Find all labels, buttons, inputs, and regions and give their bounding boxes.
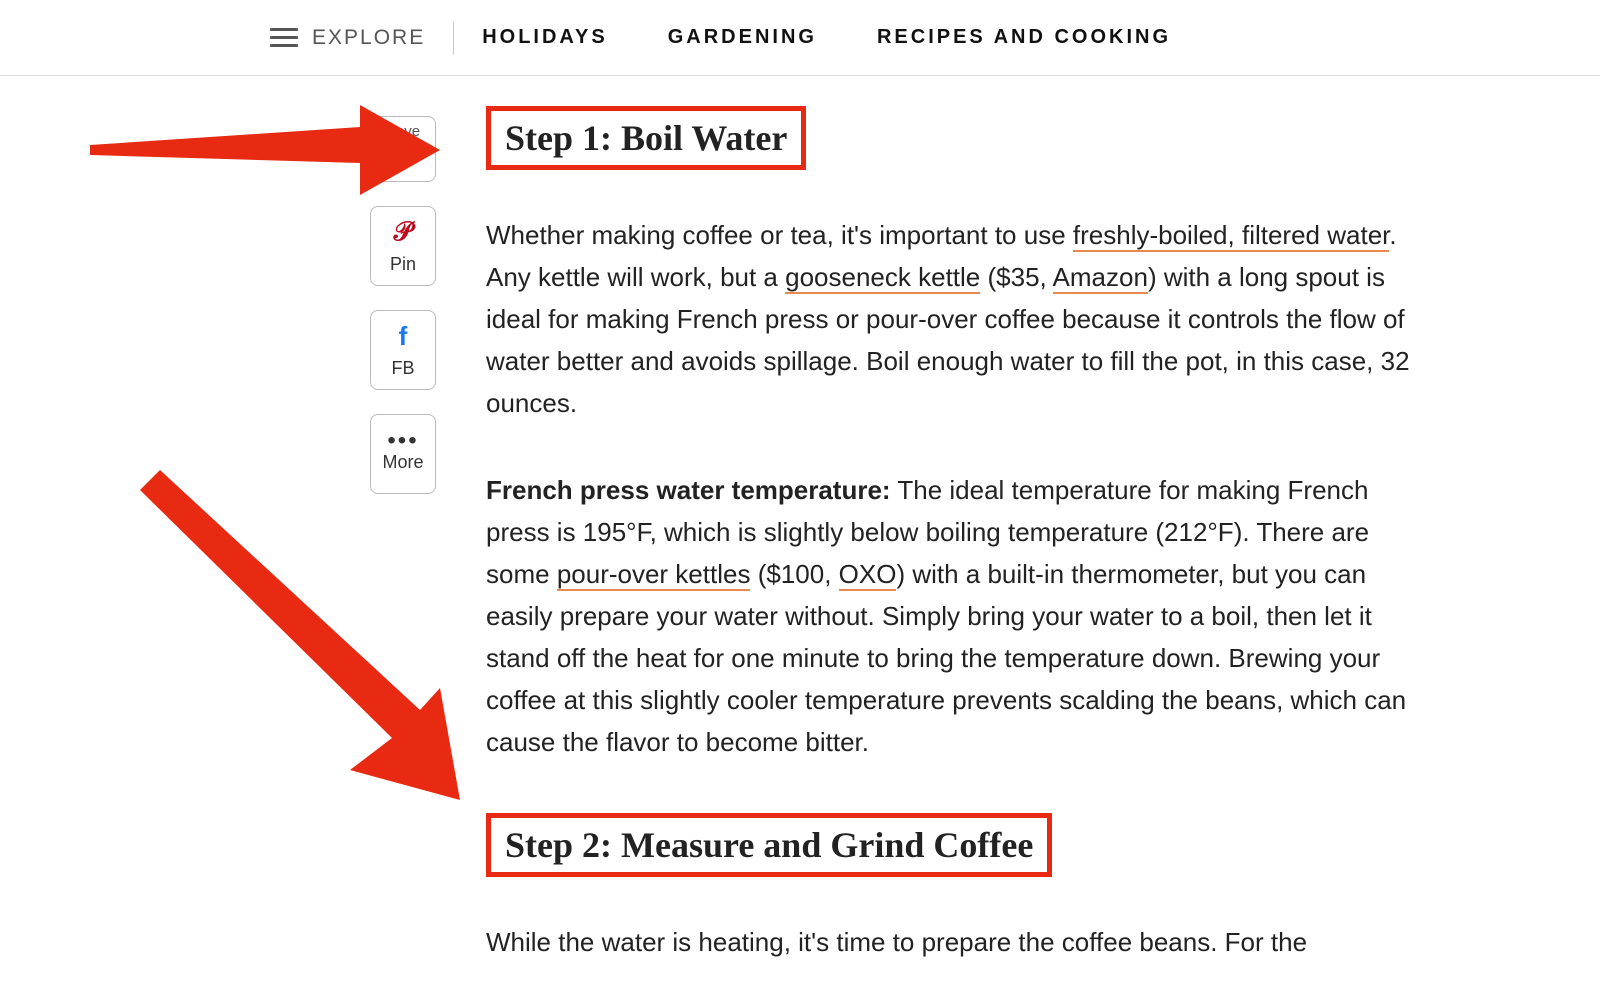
- pin-button[interactable]: 𝒫 Pin: [370, 206, 436, 286]
- text: ($100,: [750, 559, 838, 589]
- step2-heading: Step 2: Measure and Grind Coffee: [486, 813, 1052, 877]
- more-icon: •••: [387, 436, 418, 446]
- share-sidebar: Save 𝒫 Pin f FB ••• More: [370, 116, 436, 494]
- top-nav: EXPLORE HOLIDAYS GARDENING RECIPES AND C…: [0, 0, 1600, 76]
- link-amazon[interactable]: Amazon: [1053, 262, 1148, 294]
- nav-divider: [453, 21, 454, 55]
- text: Whether making coffee or tea, it's impor…: [486, 220, 1073, 250]
- link-filtered-water[interactable]: freshly-boiled, filtered water: [1073, 220, 1389, 252]
- explore-label: EXPLORE: [312, 26, 425, 50]
- text: ($35,: [980, 262, 1052, 292]
- explore-button[interactable]: EXPLORE: [270, 26, 425, 50]
- more-button[interactable]: ••• More: [370, 414, 436, 494]
- pinterest-icon: 𝒫: [394, 217, 413, 248]
- p2-bold: French press water temperature:: [486, 475, 891, 505]
- paragraph-1: Whether making coffee or tea, it's impor…: [486, 214, 1426, 425]
- facebook-button[interactable]: f FB: [370, 310, 436, 390]
- nav-link-holidays[interactable]: HOLIDAYS: [482, 26, 608, 49]
- article-body: Step 1: Boil Water Whether making coffee…: [486, 106, 1426, 989]
- paragraph-3: While the water is heating, it's time to…: [486, 921, 1426, 963]
- nav-link-gardening[interactable]: GARDENING: [668, 26, 817, 49]
- link-oxo[interactable]: OXO: [839, 559, 897, 591]
- facebook-icon: f: [399, 321, 408, 352]
- nav-links: HOLIDAYS GARDENING RECIPES AND COOKING: [482, 26, 1171, 49]
- save-button[interactable]: Save: [370, 116, 436, 182]
- link-gooseneck-kettle[interactable]: gooseneck kettle: [785, 262, 980, 294]
- more-label: More: [382, 452, 423, 473]
- fb-label: FB: [391, 358, 414, 379]
- save-label: Save: [386, 123, 420, 140]
- step1-heading: Step 1: Boil Water: [486, 106, 806, 170]
- pin-label: Pin: [390, 254, 416, 275]
- nav-link-recipes[interactable]: RECIPES AND COOKING: [877, 26, 1171, 49]
- link-pourover-kettles[interactable]: pour-over kettles: [557, 559, 751, 591]
- paragraph-2: French press water temperature: The idea…: [486, 469, 1426, 764]
- hamburger-icon: [270, 28, 298, 47]
